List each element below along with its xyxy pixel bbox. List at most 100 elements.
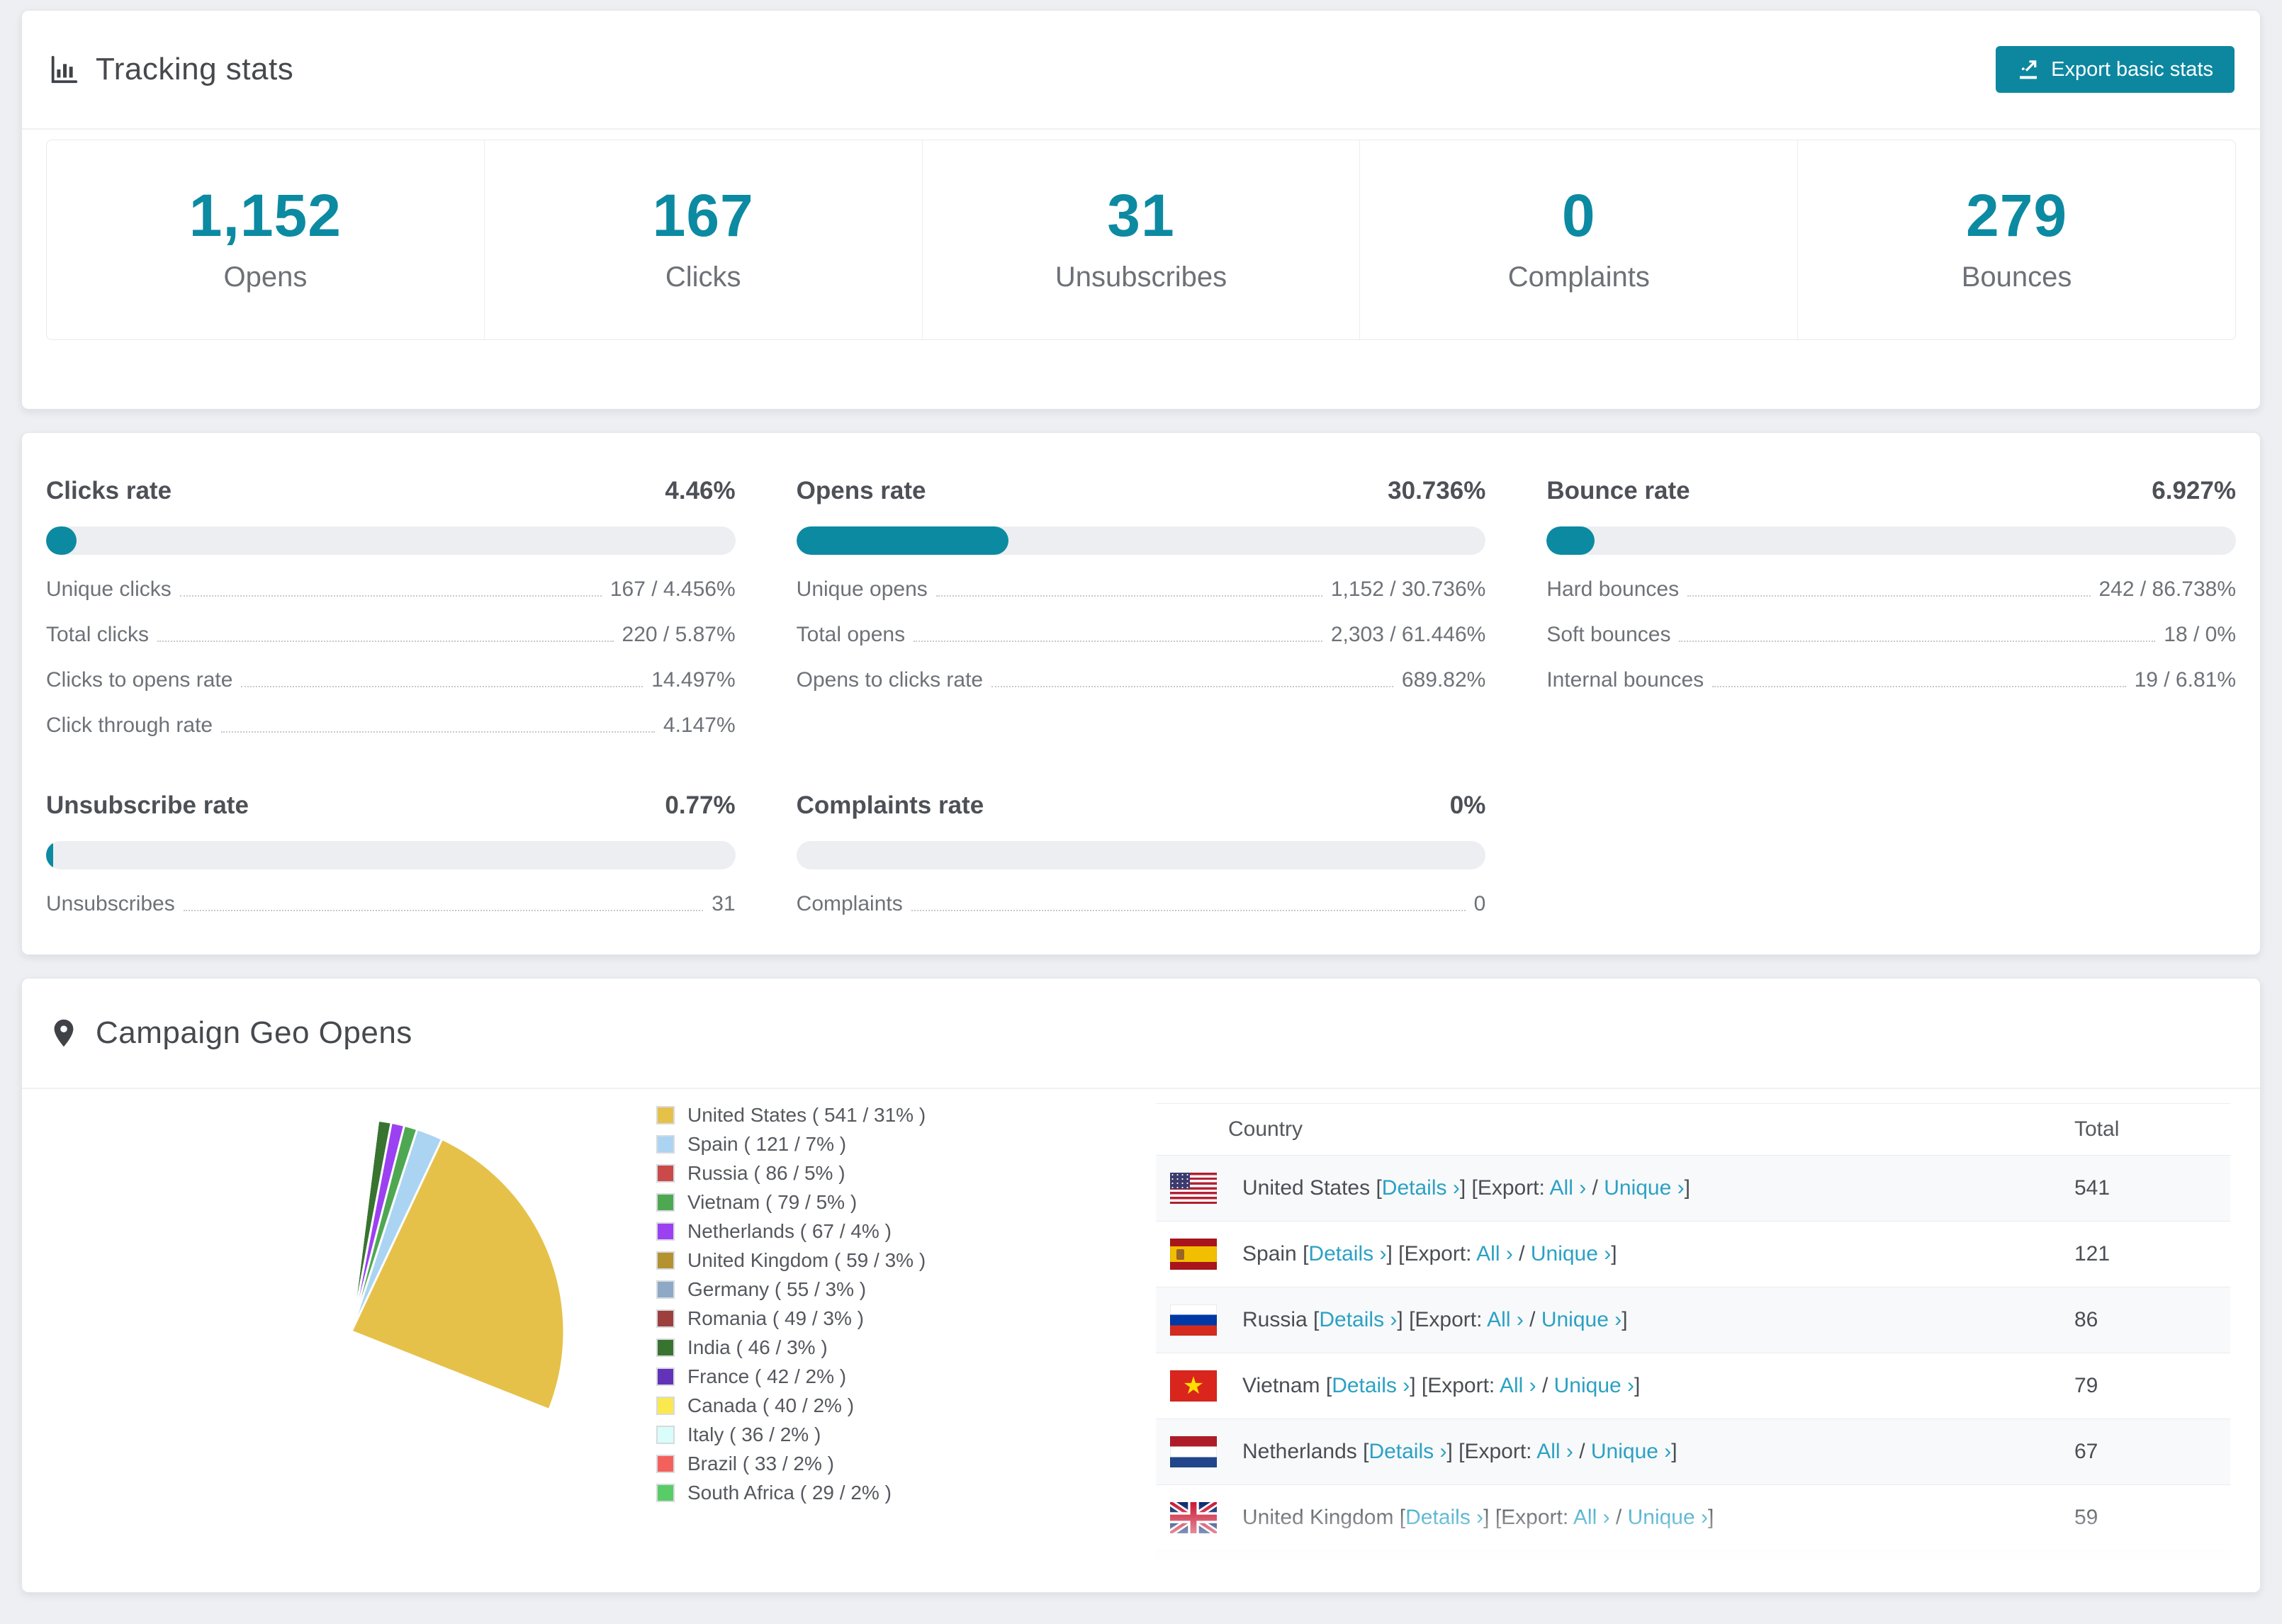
country-flag-gb [1170, 1502, 1217, 1533]
country-cell: United Kingdom [Details ›] [Export: All … [1156, 1502, 2070, 1533]
rate-stat-value: 14.497% [651, 667, 736, 692]
export-basic-stats-button[interactable]: Export basic stats [1996, 46, 2235, 93]
rate-title: Opens rate [796, 477, 926, 504]
legend-item: United States ( 541 / 31% ) [656, 1100, 926, 1129]
country-total-value: 541 [2074, 1176, 2110, 1200]
rate-stat-label: Soft bounces [1546, 622, 1671, 646]
tracking-stats-header: Tracking stats Export basic stats [22, 11, 2260, 130]
export-unique-link[interactable]: Unique › [1531, 1242, 1611, 1265]
export-icon [2020, 60, 2038, 79]
legend-label: India ( 46 / 3% ) [687, 1336, 828, 1358]
country-cell: Netherlands [Details ›] [Export: All › /… [1156, 1436, 2070, 1467]
export-all-link[interactable]: All › [1536, 1440, 1573, 1463]
table-row-es: Spain [Details ›] [Export: All › / Uniqu… [1156, 1221, 2230, 1287]
geo-title-text: Campaign Geo Opens [96, 1015, 412, 1050]
legend-color-swatch [656, 1483, 675, 1502]
rate-stat-value: 242 / 86.738% [2098, 577, 2237, 601]
rate-stat-row: Click through rate 4.147% [46, 712, 736, 736]
country-flag-nl [1170, 1436, 1217, 1467]
legend-color-swatch [656, 1309, 675, 1328]
export-unique-link[interactable]: Unique › [1591, 1440, 1671, 1463]
details-link[interactable]: Details › [1332, 1374, 1410, 1397]
country-cell: Russia [Details ›] [Export: All › / Uniq… [1156, 1304, 2070, 1336]
dotted-leader [935, 595, 1322, 597]
legend-label: Spain ( 121 / 7% ) [687, 1132, 847, 1155]
es-emblem [1176, 1249, 1184, 1260]
dotted-leader [221, 731, 655, 733]
legend-item: South Africa ( 29 / 2% ) [656, 1478, 926, 1507]
rate-section: Bounce rate 6.927% Hard bounces 242 / 86.73… [1546, 477, 2236, 736]
country-flag-ru [1170, 1304, 1217, 1336]
rate-progress-fill [796, 526, 1008, 555]
legend-color-swatch [656, 1425, 675, 1444]
rate-stat-value: 19 / 6.81% [2134, 667, 2236, 692]
country-flag-es [1170, 1239, 1217, 1270]
summary-stat-value: 1,152 [189, 182, 342, 249]
country-cell: Spain [Details ›] [Export: All › / Uniqu… [1156, 1239, 2070, 1270]
rate-progress-fill [1546, 526, 1595, 555]
rate-stat-row: Hard bounces 242 / 86.738% [1546, 576, 2236, 600]
dotted-leader [183, 910, 704, 911]
legend-color-swatch [656, 1280, 675, 1299]
details-link[interactable]: Details › [1382, 1176, 1460, 1200]
rate-title: Unsubscribe rate [46, 791, 249, 819]
export-unique-link[interactable]: Unique › [1554, 1374, 1634, 1397]
rate-stat-label: Hard bounces [1546, 577, 1680, 601]
rate-progress-fill [46, 841, 53, 869]
rate-stat-label: Unique clicks [46, 577, 172, 601]
export-all-link[interactable]: All › [1573, 1506, 1610, 1529]
country-links: Spain [Details ›] [Export: All › / Uniqu… [1242, 1242, 1617, 1265]
summary-stat-box: 0 Complaints [1360, 140, 1799, 339]
export-unique-link[interactable]: Unique › [1541, 1308, 1621, 1331]
legend-label: United States ( 541 / 31% ) [687, 1103, 926, 1126]
summary-stat-label: Opens [223, 261, 308, 293]
export-unique-link[interactable]: Unique › [1564, 1572, 1644, 1592]
country-flag-vn: ★ [1170, 1370, 1217, 1402]
rate-rows: Unique opens 1,152 / 30.736% Total opens 2,… [797, 576, 1486, 691]
country-total-value: 79 [2074, 1374, 2098, 1397]
rate-progress-fill [46, 526, 77, 555]
export-all-link[interactable]: All › [1550, 1176, 1587, 1200]
legend-color-swatch [656, 1134, 675, 1154]
export-unique-link[interactable]: Unique › [1628, 1506, 1708, 1529]
geo-header: Campaign Geo Opens [22, 979, 2260, 1089]
legend-label: Vietnam ( 79 / 5% ) [687, 1190, 858, 1213]
dotted-leader [1712, 686, 2126, 687]
rates-card: Clicks rate 4.46% Unique clicks 167 / 4.456… [21, 432, 2261, 955]
details-link[interactable]: Details › [1405, 1506, 1483, 1529]
rate-progress-bar [46, 841, 736, 869]
country-links: Russia [Details ›] [Export: All › / Uniq… [1242, 1308, 1628, 1331]
country-cell: ★ Vietnam [Details ›] [Export: All › / Un… [1156, 1370, 2070, 1402]
export-all-link[interactable]: All › [1510, 1572, 1546, 1592]
details-link[interactable]: Details › [1308, 1242, 1386, 1265]
rate-section-head: Opens rate 30.736% [797, 477, 1486, 505]
total-column-header: Total [2074, 1117, 2120, 1141]
details-link[interactable]: Details › [1342, 1572, 1420, 1592]
rate-section-head: Bounce rate 6.927% [1546, 477, 2236, 505]
rate-section: Unsubscribe rate 0.77% Unsubscribes 31 [46, 791, 736, 915]
tracking-stats-card: Tracking stats Export basic stats 1,152 O… [21, 10, 2261, 410]
rate-section-head: Clicks rate 4.46% [46, 477, 736, 505]
country-flag-us [1170, 1173, 1217, 1204]
export-unique-link[interactable]: Unique › [1604, 1176, 1684, 1200]
rate-stat-value: 167 / 4.456% [609, 577, 736, 601]
legend-label: Netherlands ( 67 / 4% ) [687, 1219, 892, 1242]
summary-stat-value: 167 [652, 182, 754, 249]
rate-stat-row: Internal bounces 19 / 6.81% [1546, 667, 2236, 691]
details-link[interactable]: Details › [1368, 1440, 1446, 1463]
legend-item: Canada ( 40 / 2% ) [656, 1391, 926, 1420]
bar-chart-icon [51, 55, 78, 84]
details-link[interactable]: Details › [1319, 1308, 1397, 1331]
export-all-link[interactable]: All › [1487, 1308, 1524, 1331]
export-all-link[interactable]: All › [1476, 1242, 1513, 1265]
rate-rows: Unsubscribes 31 [46, 891, 736, 915]
dotted-leader [241, 686, 643, 687]
export-all-link[interactable]: All › [1500, 1374, 1536, 1397]
legend-label: France ( 42 / 2% ) [687, 1365, 847, 1387]
country-total-value: 121 [2074, 1242, 2110, 1265]
rate-stat-value: 1,152 / 30.736% [1330, 577, 1486, 601]
rate-rows: Hard bounces 242 / 86.738% Soft bounces 18 … [1546, 576, 2236, 691]
rate-stat-value: 220 / 5.87% [622, 622, 736, 646]
legend-item: Brazil ( 33 / 2% ) [656, 1449, 926, 1478]
rate-stat-label: Total opens [796, 622, 906, 646]
